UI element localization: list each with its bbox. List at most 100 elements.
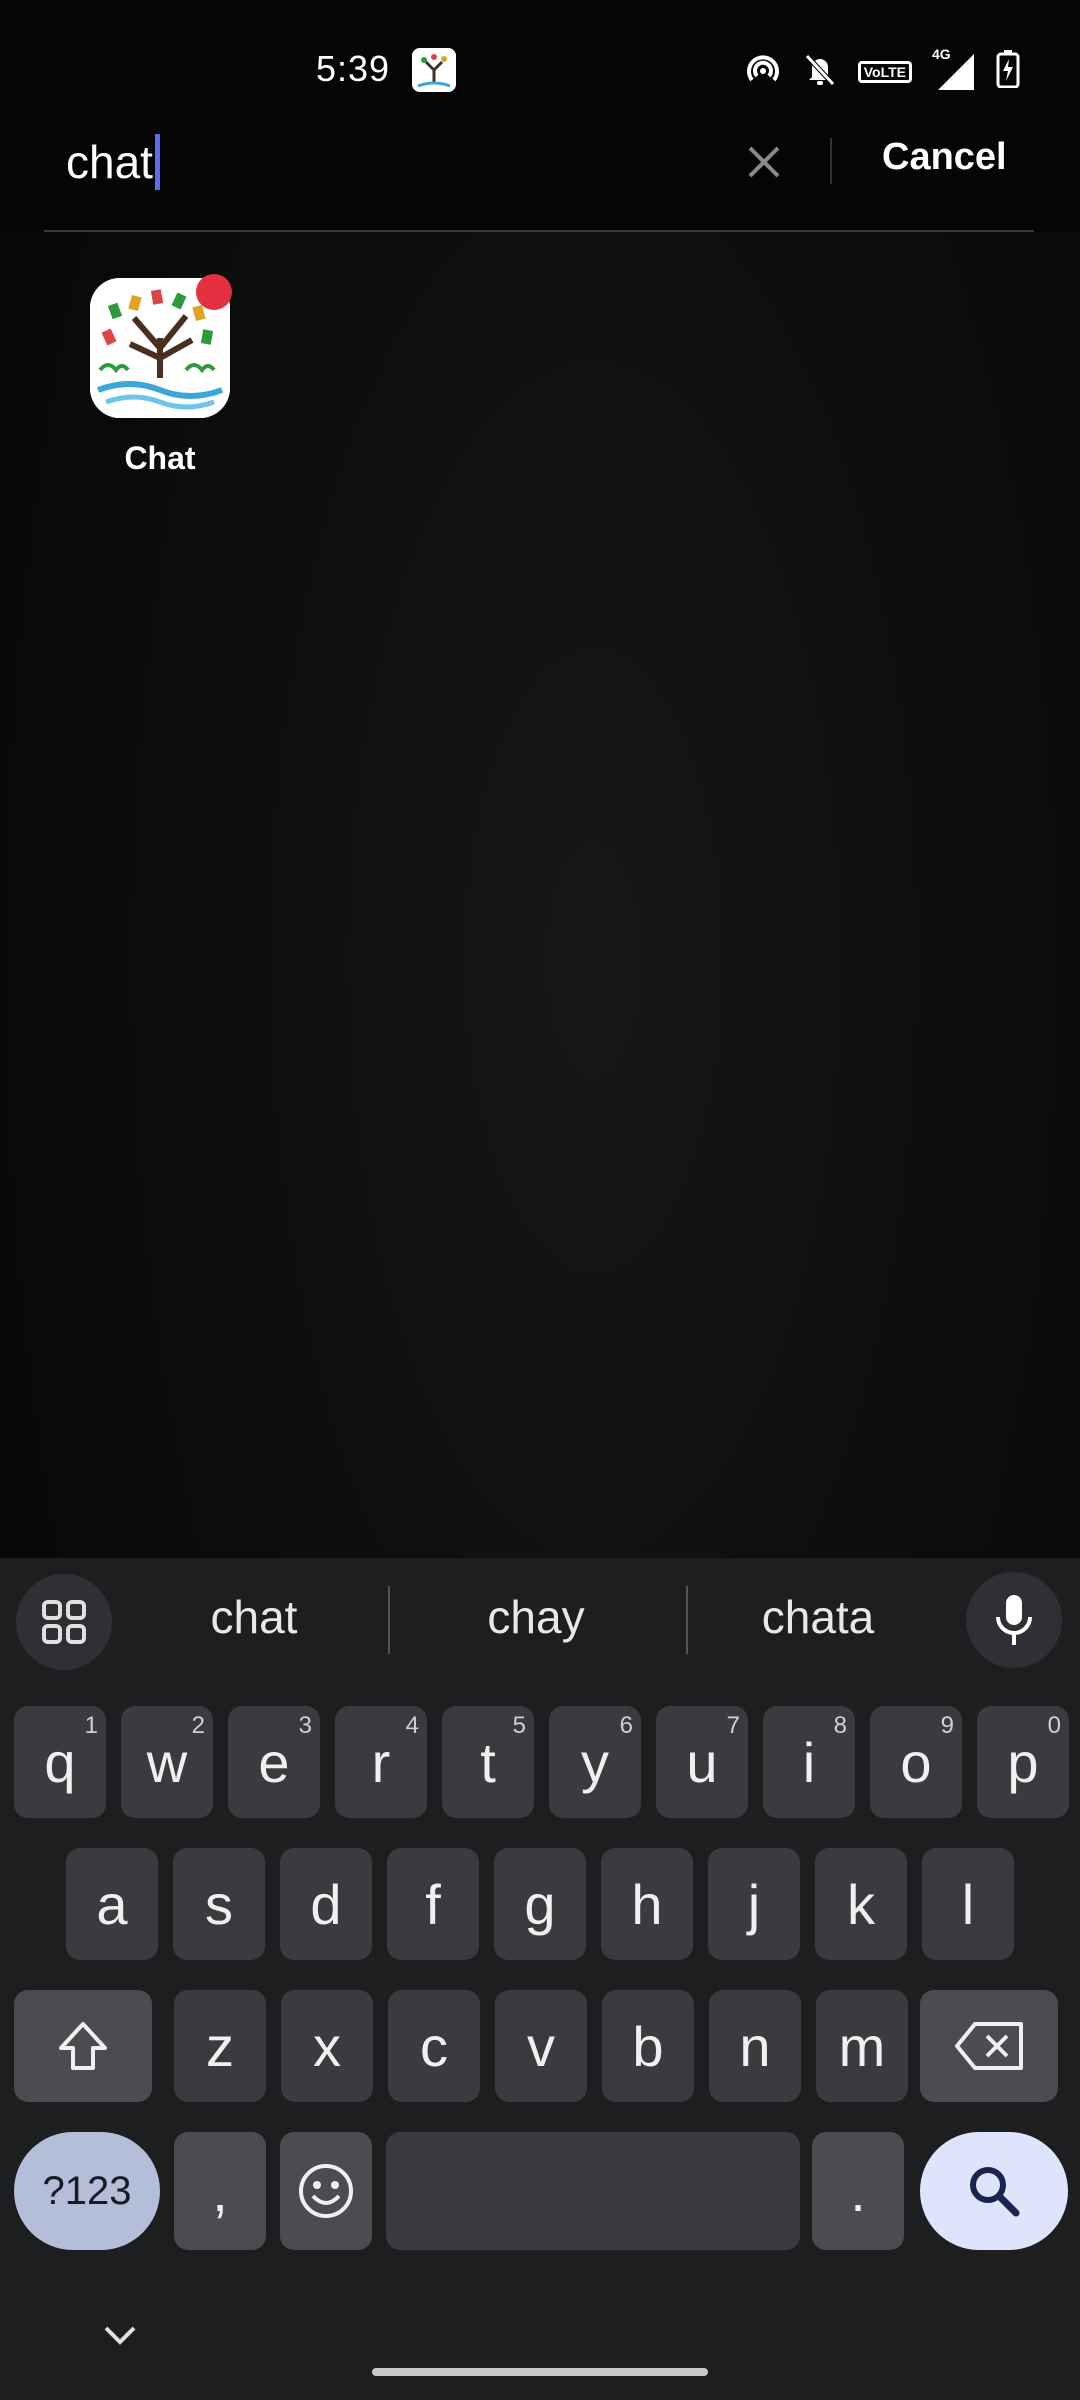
- key-letter: n: [739, 2014, 771, 2078]
- key[interactable]: v: [495, 1990, 587, 2102]
- key-number-hint: 6: [619, 1712, 633, 1739]
- network-type-label: 4G: [932, 45, 951, 62]
- emoji-key[interactable]: [280, 2132, 372, 2250]
- battery-charging-icon: [996, 50, 1020, 93]
- notification-badge: [196, 274, 232, 310]
- search-query-text: chat: [66, 136, 153, 188]
- search-input[interactable]: chat: [66, 134, 160, 190]
- key[interactable]: m: [816, 1990, 908, 2102]
- key[interactable]: k: [815, 1848, 907, 1960]
- search-divider: [830, 138, 832, 184]
- key-number-hint: 3: [298, 1712, 312, 1739]
- close-icon: [748, 146, 780, 178]
- key[interactable]: i8: [763, 1706, 855, 1818]
- key-letter: w: [146, 1730, 188, 1794]
- key-letter: c: [420, 2014, 448, 2078]
- key-number-hint: 4: [405, 1712, 419, 1739]
- key[interactable]: a: [66, 1848, 158, 1960]
- key-number-hint: 1: [84, 1712, 98, 1739]
- key[interactable]: w2: [121, 1706, 213, 1818]
- key[interactable]: d: [280, 1848, 372, 1960]
- shift-key[interactable]: [14, 1990, 152, 2102]
- key-letter: i: [802, 1730, 816, 1794]
- key[interactable]: t5: [442, 1706, 534, 1818]
- key[interactable]: u7: [656, 1706, 748, 1818]
- key-letter: r: [371, 1730, 391, 1794]
- space-key[interactable]: [386, 2132, 800, 2250]
- keyboard: [0, 1558, 1080, 2400]
- key-number-hint: 2: [191, 1712, 205, 1739]
- key[interactable]: s: [173, 1848, 265, 1960]
- key[interactable]: f: [387, 1848, 479, 1960]
- key-letter: l: [961, 1872, 975, 1936]
- key-letter: q: [44, 1730, 76, 1794]
- comma-key[interactable]: ,: [174, 2132, 266, 2250]
- key-letter: d: [310, 1872, 342, 1936]
- key-number-hint: 9: [940, 1712, 954, 1739]
- key-number-hint: 5: [512, 1712, 526, 1739]
- key[interactable]: o9: [870, 1706, 962, 1818]
- key[interactable]: c: [388, 1990, 480, 2102]
- key-letter: b: [632, 2014, 664, 2078]
- suggestion-divider: [388, 1586, 390, 1654]
- hotspot-icon: [744, 52, 782, 91]
- key[interactable]: n: [709, 1990, 801, 2102]
- voice-input-button[interactable]: [966, 1572, 1062, 1668]
- key[interactable]: e3: [228, 1706, 320, 1818]
- key-letter: j: [747, 1872, 761, 1936]
- key-letter: z: [206, 2014, 234, 2078]
- chevron-down-icon: [104, 2326, 136, 2345]
- key-letter: f: [425, 1872, 441, 1936]
- key-letter: g: [524, 1872, 556, 1936]
- key-letter: a: [96, 1872, 128, 1936]
- microphone-icon: [996, 1595, 1032, 1645]
- signal-4g-icon: 4G: [932, 46, 976, 92]
- suggestion-3[interactable]: chata: [688, 1590, 948, 1644]
- backspace-icon: [955, 2022, 1023, 2070]
- status-time: 5:39: [316, 48, 391, 89]
- home-indicator[interactable]: [372, 2368, 708, 2376]
- key-letter: v: [527, 2014, 555, 2078]
- key[interactable]: z: [174, 1990, 266, 2102]
- emoji-icon: [299, 2164, 353, 2218]
- search-underline: [44, 230, 1034, 232]
- key-letter: t: [480, 1730, 496, 1794]
- clear-search-button[interactable]: [738, 136, 790, 188]
- text-caret: [154, 134, 160, 190]
- cancel-button[interactable]: Cancel: [882, 136, 1007, 179]
- key-letter: k: [847, 1872, 875, 1936]
- key[interactable]: q1: [14, 1706, 106, 1818]
- key[interactable]: r4: [335, 1706, 427, 1818]
- status-icons: VoLTE 4G: [744, 46, 1020, 93]
- keyboard-menu-button[interactable]: [16, 1574, 112, 1670]
- key[interactable]: y6: [549, 1706, 641, 1818]
- shift-icon: [59, 2022, 107, 2070]
- volte-icon: VoLTE: [857, 60, 912, 83]
- key-letter: m: [838, 2014, 886, 2078]
- key-letter: e: [258, 1730, 290, 1794]
- key[interactable]: p0: [977, 1706, 1069, 1818]
- key[interactable]: j: [708, 1848, 800, 1960]
- suggestion-2[interactable]: chay: [406, 1590, 666, 1644]
- hide-keyboard-button[interactable]: [100, 2320, 140, 2355]
- seva-sindhu-notification-icon: [412, 48, 456, 92]
- key-letter: p: [1007, 1730, 1039, 1794]
- search-icon: [970, 2167, 1020, 2217]
- key-letter: u: [686, 1730, 718, 1794]
- key[interactable]: b: [602, 1990, 694, 2102]
- key-letter: h: [631, 1872, 663, 1936]
- key[interactable]: x: [281, 1990, 373, 2102]
- grid-icon: [42, 1600, 86, 1644]
- search-action-key[interactable]: [920, 2132, 1068, 2250]
- suggestion-1[interactable]: chat: [124, 1590, 384, 1644]
- bell-muted-icon: [802, 51, 838, 92]
- key[interactable]: g: [494, 1848, 586, 1960]
- symbols-key[interactable]: ?123: [14, 2132, 160, 2250]
- period-key[interactable]: .: [812, 2132, 904, 2250]
- app-label: Chat: [124, 440, 196, 476]
- key[interactable]: h: [601, 1848, 693, 1960]
- backspace-key[interactable]: [920, 1990, 1058, 2102]
- key[interactable]: l: [922, 1848, 1014, 1960]
- key-number-hint: 0: [1047, 1712, 1061, 1739]
- key-letter: o: [900, 1730, 932, 1794]
